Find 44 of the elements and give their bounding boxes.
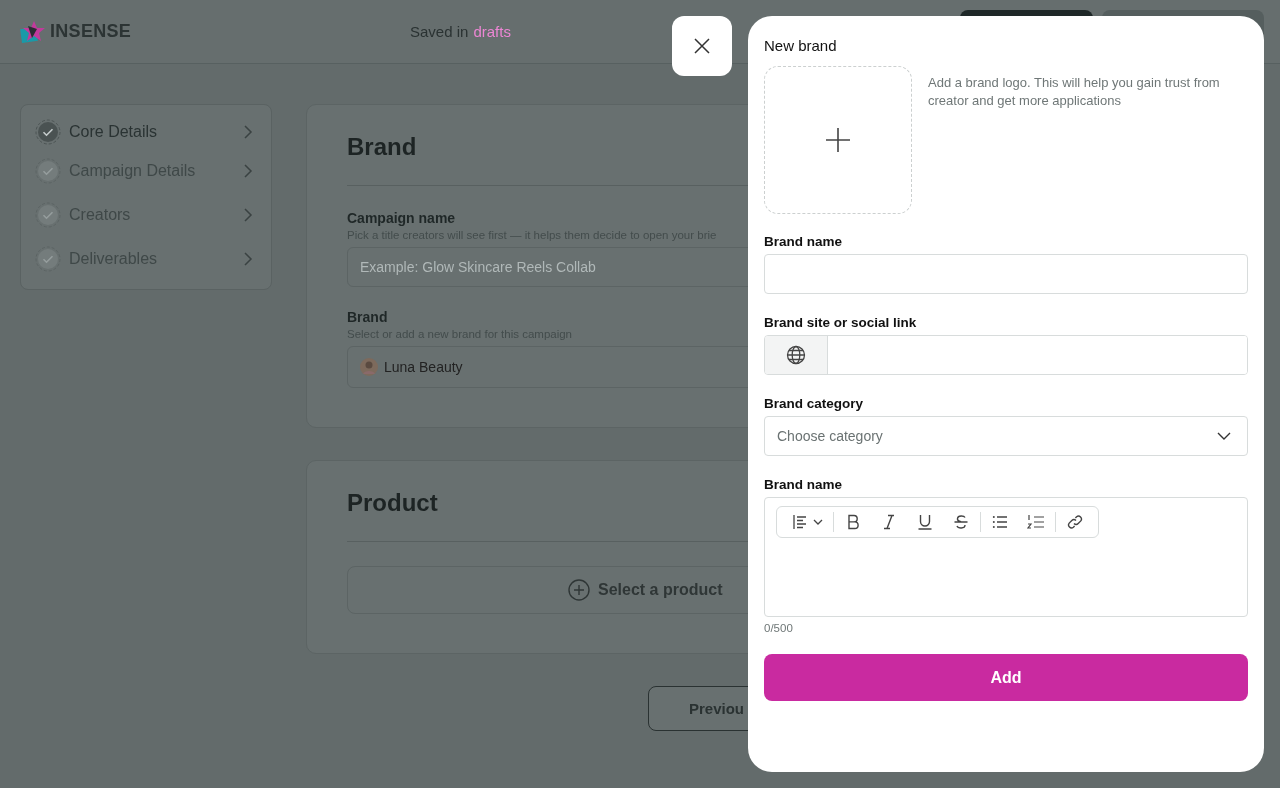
plus-circle-icon: [568, 579, 590, 601]
field-label: Brand category: [764, 396, 865, 411]
field-label: Brand: [347, 309, 388, 325]
align-left-icon: [791, 514, 808, 530]
saved-status: Saved in: [410, 23, 469, 40]
bold-icon: [846, 514, 860, 530]
modal-title: New brand: [764, 37, 838, 54]
logo-text: INSENSE: [50, 21, 132, 42]
section-title: Brand: [347, 133, 417, 161]
numbered-list-icon: [1027, 514, 1045, 530]
category-select[interactable]: Choose category: [764, 416, 1248, 456]
italic-icon: [882, 514, 896, 530]
check-icon: [35, 246, 61, 272]
check-icon: [35, 202, 61, 228]
check-icon: [35, 119, 61, 145]
field-label: Brand site or social link: [764, 315, 918, 330]
caret-icon: [812, 519, 823, 525]
close-icon: [693, 37, 711, 55]
close-button[interactable]: [672, 16, 732, 76]
underline-icon: [917, 514, 933, 530]
link-icon: [1067, 514, 1083, 530]
field-label: Campaign name: [347, 210, 456, 226]
link-field[interactable]: [764, 335, 1248, 375]
plus-icon: [825, 127, 851, 153]
brand-name-field[interactable]: [764, 254, 1248, 294]
field-label: Brand name: [764, 234, 844, 249]
bullet-list-icon: [992, 514, 1008, 530]
add-button[interactable]: Add: [764, 654, 1248, 701]
chevron-right-icon: [243, 251, 253, 267]
logo-icon: [20, 19, 46, 44]
chevron-right-icon: [243, 163, 253, 179]
chevron-right-icon: [243, 207, 253, 223]
section-title: Product: [347, 489, 438, 517]
logo-hint: Add a brand logo. This will help you gain trust from creator and get more applications: [928, 74, 1221, 110]
drafts-link[interactable]: drafts: [473, 23, 511, 40]
field-label: Brand name: [764, 477, 844, 492]
check-icon: [35, 158, 61, 184]
strikethrough-icon: [953, 514, 969, 530]
brand-avatar-icon: [360, 358, 378, 376]
globe-icon: [786, 345, 806, 365]
step-item[interactable]: Core Details: [21, 117, 271, 147]
chevron-down-icon: [1217, 432, 1231, 440]
character-counter: 0/500: [764, 622, 794, 634]
chevron-right-icon: [243, 124, 253, 140]
